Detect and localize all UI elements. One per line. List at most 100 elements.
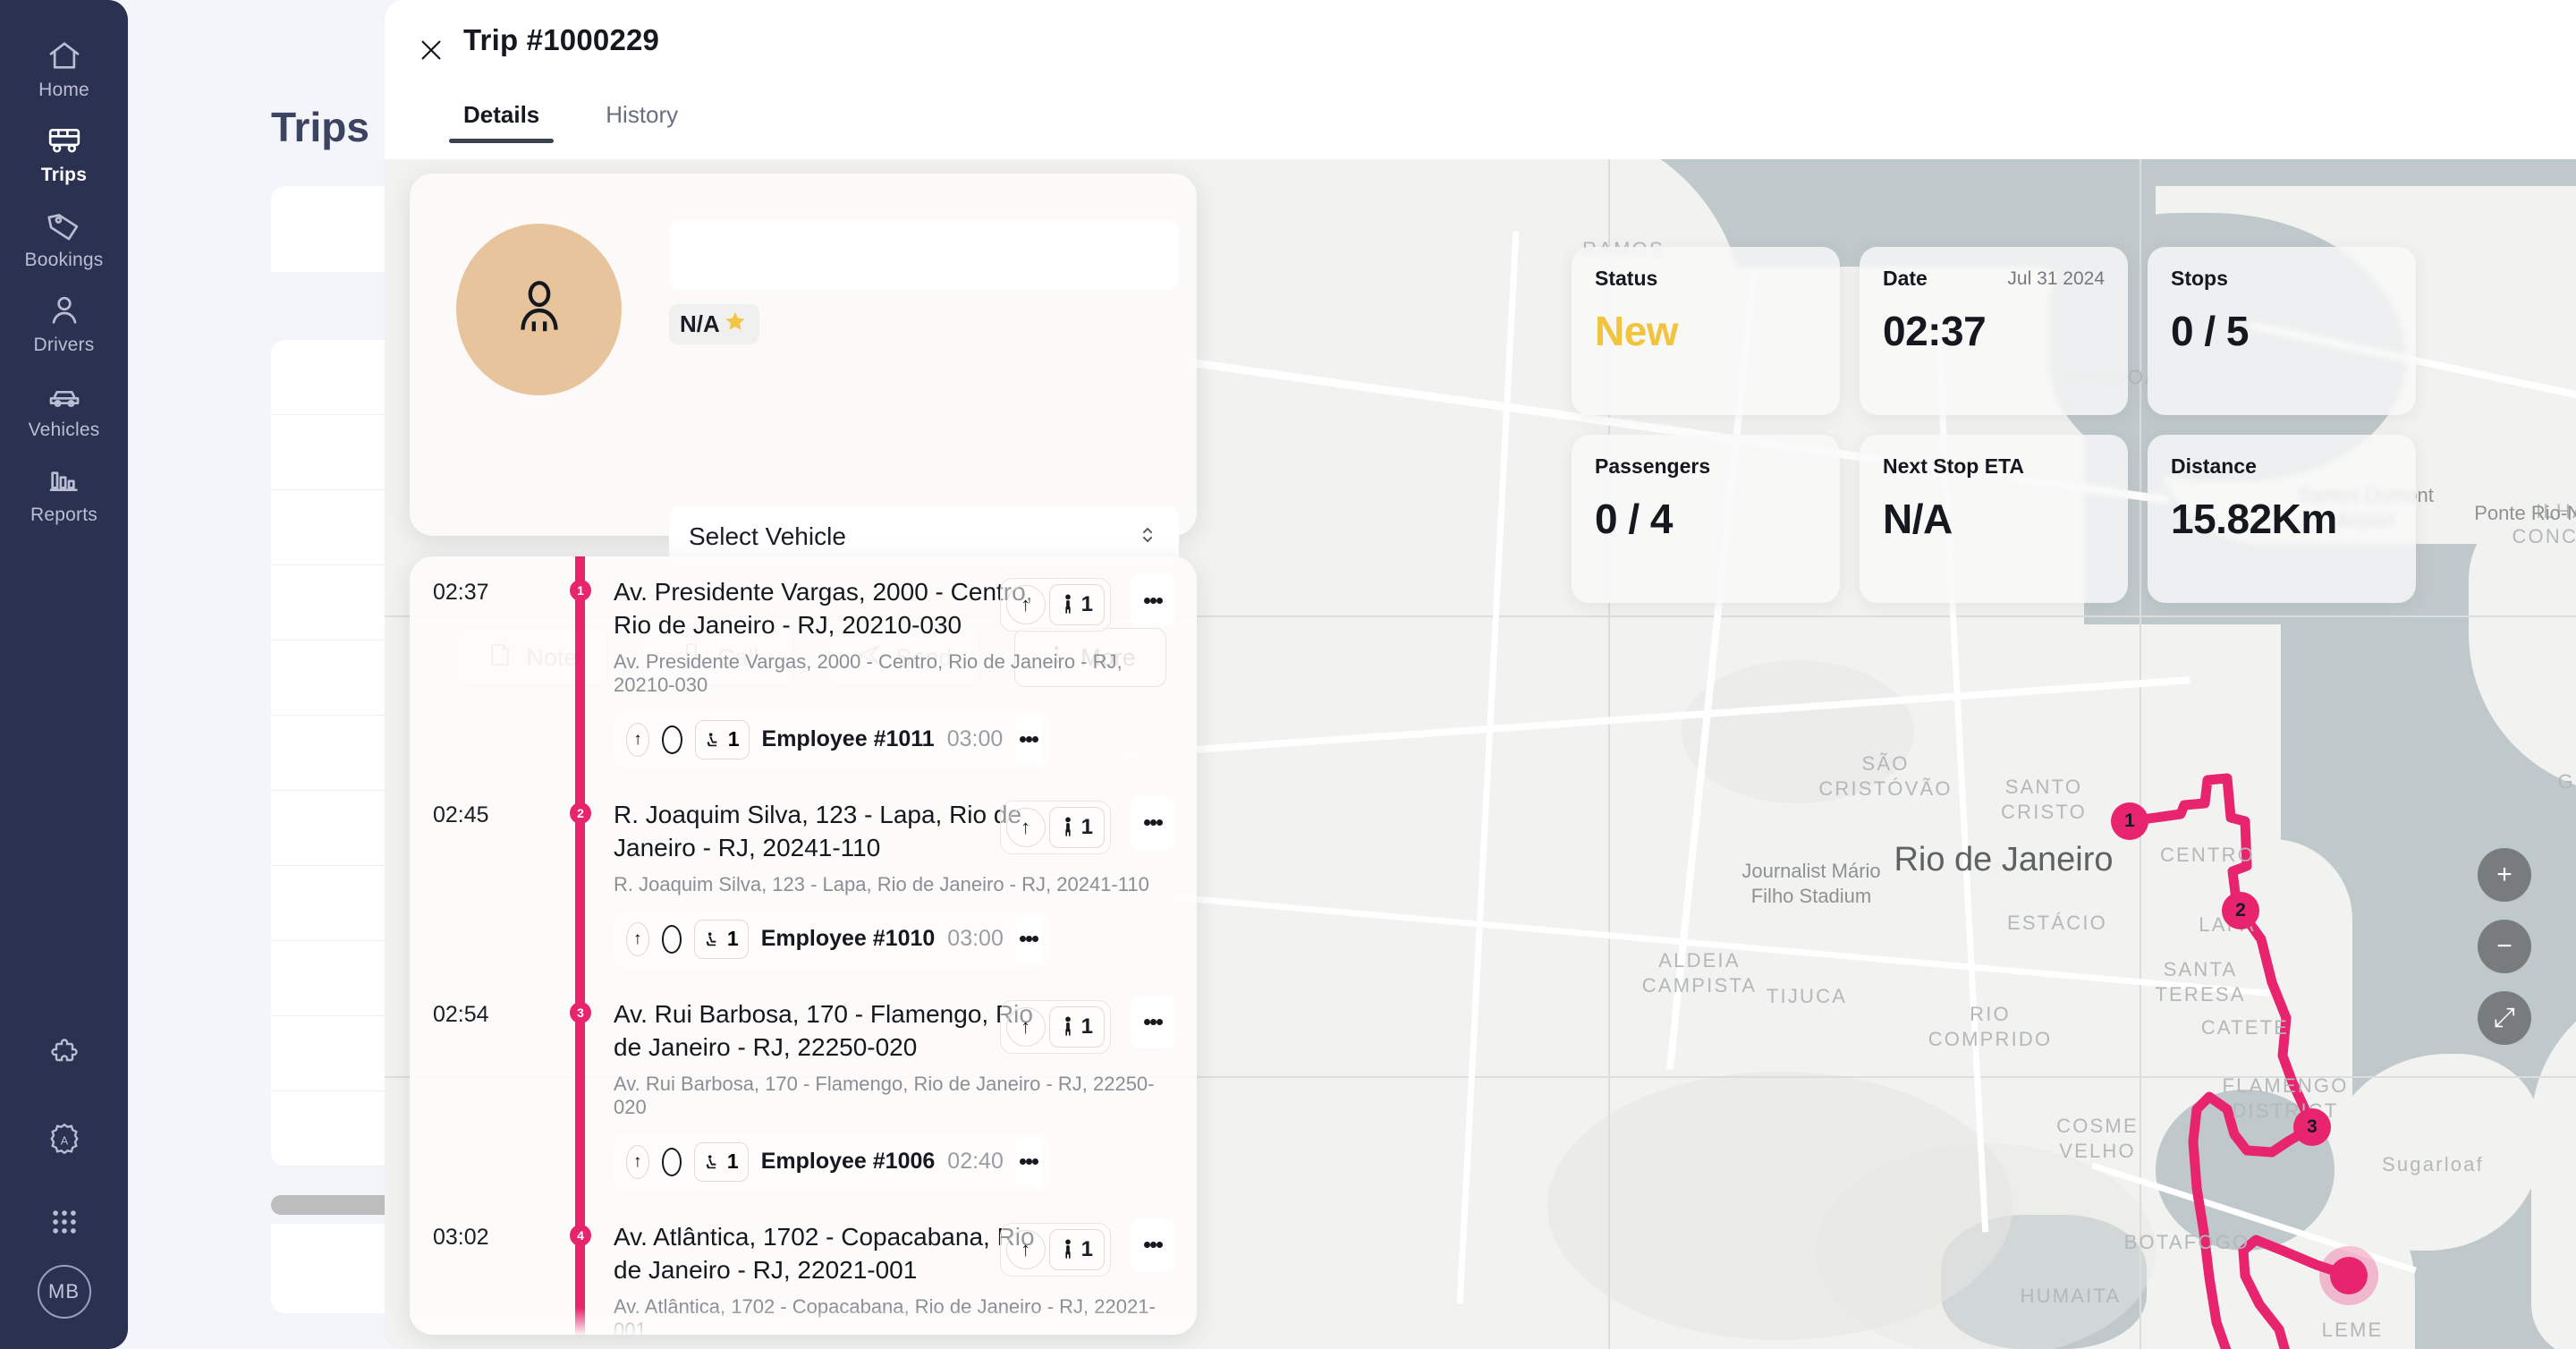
sidebar-item-apps[interactable]: [0, 1184, 128, 1265]
passenger-menu-button[interactable]: [1015, 715, 1043, 764]
stop-item[interactable]: 02:45 2 ↑ 1 R. Joaquim Silva, 123 - Lapa,…: [410, 779, 1197, 979]
sidebar-item-label: Reports: [30, 505, 97, 525]
zoom-out-icon-glyph: −: [2496, 931, 2512, 961]
stops-fade: [410, 1308, 1197, 1335]
stop-time: 02:54: [433, 1001, 489, 1027]
stat-value: 0 / 4: [1595, 496, 1674, 542]
sidebar-item-bookings[interactable]: Bookings: [0, 195, 128, 280]
passenger-seat-count: 1: [693, 1141, 749, 1182]
close-icon[interactable]: [411, 30, 451, 70]
stop-address: R. Joaquim Silva, 123 - Lapa, Rio de Jan…: [614, 800, 1022, 861]
map-label: SANTA TERESA: [2155, 958, 2246, 1005]
sidebar-item-assistant[interactable]: A: [0, 1099, 128, 1184]
passenger-seat-count-value: 1: [726, 1150, 739, 1174]
passenger-status-circle[interactable]: [661, 924, 682, 954]
sidebar-item-reports[interactable]: Reports: [0, 450, 128, 535]
zoom-out-icon[interactable]: −: [2478, 920, 2531, 973]
stop-badges[interactable]: ↑ 1: [999, 578, 1111, 632]
passenger-icon: [1064, 594, 1071, 614]
stop-index-marker: 2: [570, 802, 591, 824]
map-route-marker[interactable]: [2319, 1246, 2378, 1305]
passenger-menu-button[interactable]: [1015, 1137, 1043, 1186]
stat-label: Next Stop ETA: [1883, 454, 2025, 478]
tab-details[interactable]: Details: [449, 94, 555, 143]
passenger-seat-count: 1: [694, 719, 750, 759]
stop-passenger-count: 1: [1048, 1228, 1105, 1270]
stop-item[interactable]: 02:37 1 ↑ 1 Av. Presidente Vargas, 2000 -…: [410, 556, 1197, 779]
stop-direction-icon: ↑: [1005, 1006, 1046, 1047]
stat-card-distance: Distance 15.82Km: [2148, 435, 2416, 603]
seat-icon: [706, 932, 716, 946]
stat-card-next-stop-eta: Next Stop ETA N/A: [1860, 435, 2128, 603]
driver-name-field[interactable]: [669, 220, 1179, 290]
passenger-direction-icon: ↑: [626, 1144, 649, 1179]
grid-apps-icon: [49, 1207, 80, 1242]
map-route-marker[interactable]: 3: [2293, 1108, 2331, 1146]
passenger-status-circle[interactable]: [662, 725, 682, 754]
map-label: LEME: [2321, 1319, 2384, 1341]
passenger-time: 03:00: [947, 926, 1004, 952]
stop-direction-icon: ↑: [1005, 1229, 1046, 1269]
stops-panel[interactable]: 02:37 1 ↑ 1 Av. Presidente Vargas, 2000 -…: [410, 556, 1197, 1335]
modal-tabs: Details History: [449, 94, 692, 143]
stop-badges[interactable]: ↑ 1: [999, 1222, 1111, 1277]
stat-label: Stops: [2171, 267, 2228, 290]
stop-time: 02:45: [433, 802, 489, 827]
stat-value: N/A: [1883, 496, 1953, 542]
page-title: Trips: [271, 104, 369, 150]
passenger-row[interactable]: ↑ 1 Employee #1010 03:00: [614, 910, 1050, 968]
sidebar-item-integrations[interactable]: [0, 1015, 128, 1099]
map-label: FLAMENGO DISTRICT: [2222, 1074, 2349, 1122]
stop-menu-button[interactable]: [1131, 1218, 1175, 1271]
modal-title: Trip #1000229: [463, 23, 660, 56]
map-label: Sugarloaf: [2382, 1153, 2484, 1175]
map-label: GRAGOATÁ: [2557, 770, 2576, 793]
map-label: TIJUCA: [1766, 985, 1848, 1007]
map-route-marker[interactable]: 2: [2222, 892, 2259, 929]
stat-card-passengers: Passengers 0 / 4: [1572, 435, 1840, 603]
sidebar-item-label: Drivers: [33, 335, 95, 355]
stop-item[interactable]: 02:54 3 ↑ 1 Av. Rui Barbosa, 170 - Flamen…: [410, 979, 1197, 1201]
stop-badges[interactable]: ↑ 1: [999, 800, 1111, 854]
stop-badges[interactable]: ↑ 1: [999, 999, 1111, 1054]
stop-address: Av. Presidente Vargas, 2000 - Centro, Ri…: [614, 578, 1033, 639]
stop-address: Av. Rui Barbosa, 170 - Flamengo, Rio de …: [614, 999, 1033, 1061]
map-label: HUMAITA: [2020, 1285, 2122, 1307]
passenger-icon: [1064, 817, 1071, 836]
stop-menu-button[interactable]: [1131, 574, 1175, 626]
driver-rating-chip: N/A: [669, 304, 759, 344]
sidebar-item-vehicles[interactable]: Vehicles: [0, 365, 128, 450]
passenger-status-circle[interactable]: [661, 1147, 682, 1176]
passenger-row[interactable]: ↑ 1 Employee #1011 03:00: [614, 710, 1050, 768]
fullscreen-icon[interactable]: ⤢: [2478, 991, 2531, 1045]
stop-menu-button[interactable]: [1131, 796, 1175, 849]
zoom-in-icon[interactable]: +: [2478, 848, 2531, 902]
passenger-seat-count-value: 1: [727, 727, 740, 751]
sidebar-item-label: Vehicles: [28, 420, 100, 440]
passenger-name: Employee #1010: [760, 926, 936, 952]
passenger-menu-button[interactable]: [1015, 914, 1043, 963]
stop-time: 03:02: [433, 1224, 489, 1250]
user-avatar[interactable]: MB: [37, 1265, 91, 1319]
passenger-direction-icon: ↑: [626, 722, 650, 757]
stop-subaddress: Av. Rui Barbosa, 170 - Flamengo, Rio de …: [614, 1072, 1155, 1118]
map-label: ESTÁCIO: [2007, 912, 2107, 934]
tab-history[interactable]: History: [591, 94, 692, 143]
zoom-in-icon-glyph: +: [2496, 860, 2512, 889]
bar-chart-icon: [44, 462, 85, 498]
map-route-marker[interactable]: 1: [2111, 802, 2148, 840]
passenger-seat-count-value: 1: [726, 927, 739, 951]
seat-icon: [706, 1155, 716, 1168]
sidebar-item-trips[interactable]: Trips: [0, 110, 128, 195]
stop-subaddress: Av. Presidente Vargas, 2000 - Centro, Ri…: [614, 649, 1123, 696]
passenger-icon: [1064, 1239, 1071, 1259]
user-avatar-initials: MB: [48, 1280, 80, 1302]
seat-icon: [707, 733, 717, 747]
sidebar-item-home[interactable]: Home: [0, 25, 128, 110]
sidebar-item-drivers[interactable]: Drivers: [0, 280, 128, 365]
passenger-row[interactable]: ↑ 1 Employee #1006 02:40: [614, 1133, 1050, 1191]
stop-subaddress: R. Joaquim Silva, 123 - Lapa, Rio de Jan…: [614, 872, 1149, 895]
passenger-time: 03:00: [946, 726, 1004, 752]
stop-time: 02:37: [433, 580, 489, 605]
stop-menu-button[interactable]: [1131, 996, 1175, 1048]
